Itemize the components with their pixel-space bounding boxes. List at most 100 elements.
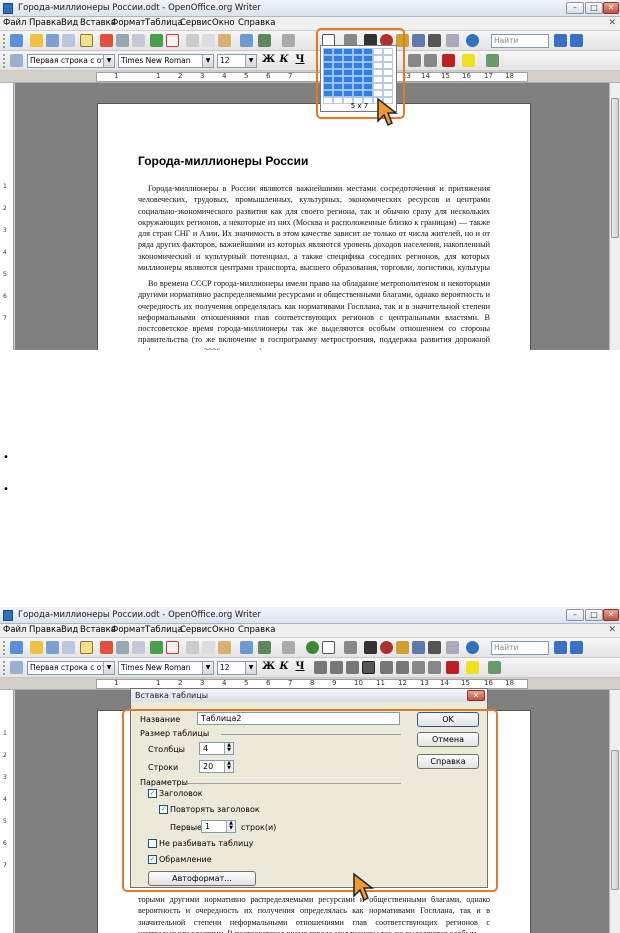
help-icon[interactable] (466, 641, 479, 654)
styles-formatting-icon[interactable] (10, 661, 23, 674)
menu-view[interactable]: Вид (61, 625, 78, 635)
styles-formatting-icon[interactable] (10, 54, 23, 67)
undo-icon[interactable] (258, 34, 271, 47)
menu-edit[interactable]: Правка (29, 625, 61, 635)
menu-view[interactable]: Вид (61, 18, 78, 28)
find-previous-icon[interactable] (570, 641, 583, 654)
find-previous-icon[interactable] (570, 34, 583, 47)
autospellcheck-icon[interactable] (166, 641, 179, 654)
chevron-down-icon[interactable]: ▼ (202, 55, 213, 67)
menu-edit[interactable]: Правка (29, 18, 61, 28)
bullets-icon[interactable] (396, 661, 409, 674)
zoom-icon[interactable] (446, 641, 459, 654)
autospellcheck-icon[interactable] (166, 34, 179, 47)
search-input[interactable]: Найти (491, 641, 549, 655)
italic-button[interactable]: К (278, 54, 290, 65)
close-document-icon[interactable]: ✕ (608, 625, 616, 635)
spellcheck-icon[interactable] (150, 641, 163, 654)
navigator-icon[interactable] (380, 641, 393, 654)
paragraph-style-combo[interactable]: Первая строка с отсту ▼ (27, 54, 115, 68)
highlighting-icon[interactable] (466, 661, 479, 674)
redo-icon[interactable] (282, 34, 295, 47)
align-left-icon[interactable] (314, 661, 327, 674)
save-icon[interactable] (46, 34, 59, 47)
vertical-scrollbar[interactable] (609, 690, 620, 933)
toolbar-grip[interactable] (3, 641, 7, 655)
open-folder-icon[interactable] (30, 34, 43, 47)
find-next-icon[interactable] (554, 34, 567, 47)
edit-file-icon[interactable] (80, 34, 93, 47)
gallery-icon[interactable] (396, 641, 409, 654)
redo-icon[interactable] (282, 641, 295, 654)
minimize-button[interactable]: – (566, 2, 584, 14)
find-replace-icon[interactable] (364, 641, 377, 654)
cut-icon[interactable] (186, 641, 199, 654)
email-icon[interactable] (62, 34, 75, 47)
paste-icon[interactable] (218, 641, 231, 654)
menu-window[interactable]: Окно (212, 625, 235, 635)
menu-format[interactable]: Формат (111, 625, 146, 635)
font-name-combo[interactable]: Times New Roman ▼ (118, 661, 214, 675)
bold-button[interactable]: Ж (262, 661, 275, 672)
decrease-indent-icon[interactable] (408, 54, 421, 67)
copy-icon[interactable] (202, 641, 215, 654)
increase-indent-icon[interactable] (428, 661, 441, 674)
increase-indent-icon[interactable] (424, 54, 437, 67)
underline-button[interactable]: Ч (294, 661, 306, 672)
italic-button[interactable]: К (278, 661, 290, 672)
new-document-icon[interactable] (10, 34, 23, 47)
align-center-icon[interactable] (330, 661, 343, 674)
maximize-button[interactable]: □ (585, 609, 603, 621)
underline-button[interactable]: Ч (294, 54, 306, 65)
justify-icon[interactable] (362, 661, 375, 674)
export-pdf-icon[interactable] (100, 34, 113, 47)
export-pdf-icon[interactable] (100, 641, 113, 654)
toolbar-grip[interactable] (3, 34, 7, 48)
dialog-close-icon[interactable]: ✕ (467, 690, 485, 701)
formatting-marks-icon[interactable] (428, 641, 441, 654)
menu-tools[interactable]: Сервис (180, 625, 212, 635)
align-right-icon[interactable] (346, 661, 359, 674)
bold-button[interactable]: Ж (262, 54, 275, 65)
zoom-icon[interactable] (446, 34, 459, 47)
open-folder-icon[interactable] (30, 641, 43, 654)
toolbar-grip[interactable] (3, 661, 7, 675)
highlighting-icon[interactable] (462, 54, 475, 67)
find-next-icon[interactable] (554, 641, 567, 654)
spellcheck-icon[interactable] (150, 34, 163, 47)
maximize-button[interactable]: □ (585, 2, 603, 14)
minimize-button[interactable]: – (566, 609, 584, 621)
scroll-thumb[interactable] (611, 750, 619, 890)
search-input[interactable]: Найти (491, 34, 549, 48)
close-document-icon[interactable]: ✕ (608, 18, 616, 28)
menu-table[interactable]: Таблица (145, 625, 183, 635)
chevron-down-icon[interactable]: ▼ (103, 55, 114, 67)
font-size-combo[interactable]: 12 ▼ (217, 661, 257, 675)
datasources-icon[interactable] (412, 34, 425, 47)
font-color-icon[interactable] (442, 54, 455, 67)
save-icon[interactable] (46, 641, 59, 654)
chevron-down-icon[interactable]: ▼ (245, 55, 256, 67)
chevron-down-icon[interactable]: ▼ (245, 662, 256, 674)
menu-format[interactable]: Формат (111, 18, 146, 28)
print-icon[interactable] (116, 641, 129, 654)
page-preview-icon[interactable] (132, 641, 145, 654)
undo-icon[interactable] (258, 641, 271, 654)
background-color-icon[interactable] (486, 54, 499, 67)
table-icon[interactable] (322, 641, 335, 654)
datasources-icon[interactable] (412, 641, 425, 654)
menu-help[interactable]: Справка (238, 625, 275, 635)
menu-window[interactable]: Окно (212, 18, 235, 28)
format-paintbrush-icon[interactable] (240, 34, 253, 47)
font-size-combo[interactable]: 12 ▼ (217, 54, 257, 68)
vertical-scrollbar[interactable] (609, 83, 620, 350)
toolbar-grip[interactable] (3, 54, 7, 68)
font-color-icon[interactable] (446, 661, 459, 674)
print-icon[interactable] (116, 34, 129, 47)
help-icon[interactable] (466, 34, 479, 47)
edit-file-icon[interactable] (80, 641, 93, 654)
cut-icon[interactable] (186, 34, 199, 47)
copy-icon[interactable] (202, 34, 215, 47)
chevron-down-icon[interactable]: ▼ (202, 662, 213, 674)
email-icon[interactable] (62, 641, 75, 654)
